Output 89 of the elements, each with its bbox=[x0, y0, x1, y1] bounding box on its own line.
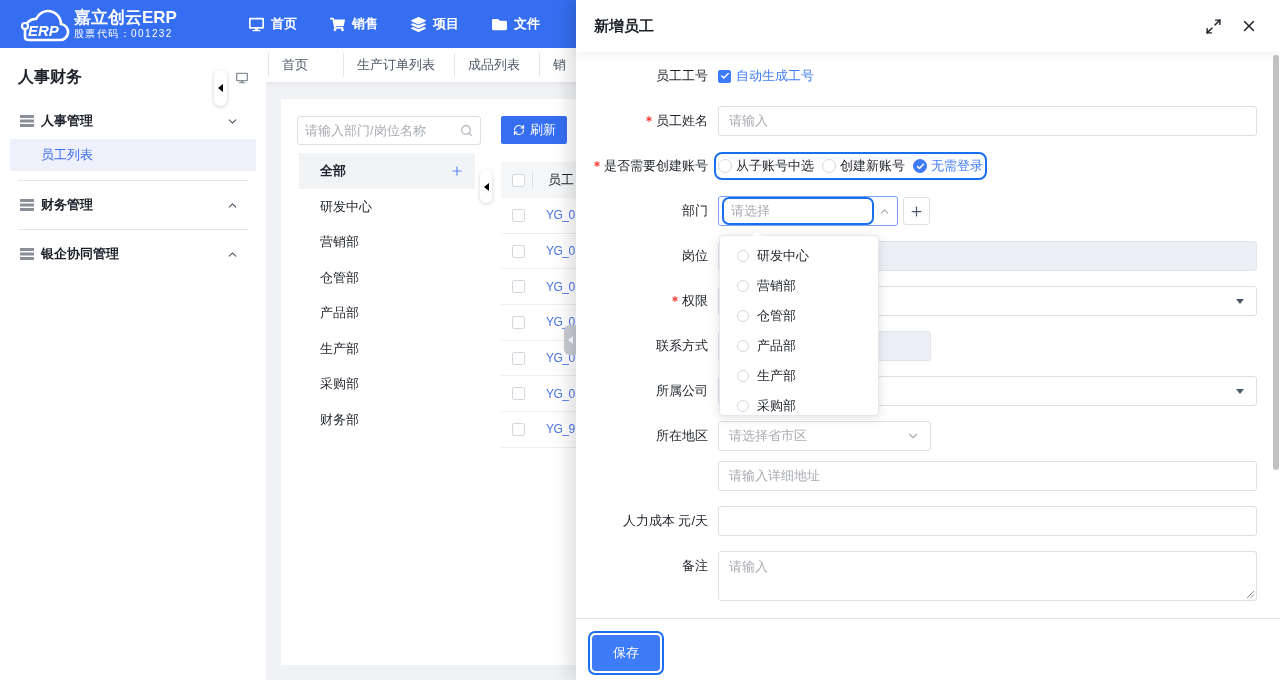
radio-label[interactable]: 从子账号中选 bbox=[736, 156, 814, 176]
dropdown-option[interactable]: 研发中心 bbox=[720, 241, 878, 271]
page-tab[interactable]: 成品列表 bbox=[455, 53, 540, 77]
logo-mark: ERP bbox=[28, 23, 59, 38]
radio-label[interactable]: 创建新账号 bbox=[840, 156, 905, 176]
scrollbar[interactable] bbox=[1273, 55, 1279, 470]
checkbox-label[interactable]: 自动生成工号 bbox=[736, 66, 814, 86]
refresh-icon bbox=[512, 124, 525, 136]
row-checkbox[interactable] bbox=[512, 280, 525, 294]
check-icon bbox=[915, 161, 925, 171]
department-item[interactable]: 生产部 bbox=[299, 330, 475, 366]
department-item[interactable]: 仓管部 bbox=[299, 259, 475, 295]
nav-item[interactable]: 首页 bbox=[248, 14, 330, 34]
plus-icon[interactable] bbox=[450, 163, 464, 178]
resize-handle-icon bbox=[1247, 591, 1254, 598]
department-item[interactable]: 研发中心 bbox=[299, 188, 475, 224]
employee-id-link[interactable]: YG_0 bbox=[546, 384, 575, 403]
expand-icon[interactable] bbox=[1205, 17, 1222, 35]
sidebar-title: 人事财务 bbox=[18, 67, 83, 87]
employee-id-link[interactable]: YG_9 bbox=[546, 420, 575, 439]
stock-code: 股票代码：001232 bbox=[74, 28, 174, 40]
checkbox[interactable] bbox=[718, 69, 731, 83]
row-checkbox[interactable] bbox=[512, 387, 525, 401]
row-checkbox[interactable] bbox=[512, 422, 525, 436]
caret-left-icon bbox=[567, 336, 573, 344]
field-label: 权限 bbox=[682, 292, 708, 311]
header-checkbox[interactable] bbox=[512, 173, 525, 187]
dropdown-option[interactable]: 产品部 bbox=[720, 331, 878, 361]
nav-item[interactable]: 项目 bbox=[410, 14, 492, 34]
department-item[interactable]: 营销部 bbox=[299, 224, 475, 260]
employee-id-link[interactable]: YG_0 bbox=[546, 242, 575, 261]
field-label: 备注 bbox=[682, 557, 708, 576]
collapse-handle[interactable] bbox=[214, 70, 227, 106]
field-label: 岗位 bbox=[682, 247, 708, 266]
save-button[interactable]: 保存 bbox=[588, 631, 664, 675]
drawer-title: 新增员工 bbox=[594, 15, 655, 36]
dropdown-option[interactable]: 营销部 bbox=[720, 271, 878, 301]
department-item[interactable]: 财务部 bbox=[299, 401, 475, 437]
dropdown-option[interactable]: 仓管部 bbox=[720, 301, 878, 331]
folder-icon bbox=[491, 16, 507, 32]
text-input[interactable] bbox=[718, 506, 1257, 536]
caret-down-icon bbox=[1236, 388, 1244, 394]
employee-id-link[interactable]: YG_0 bbox=[546, 206, 575, 225]
caret-left-icon bbox=[218, 84, 223, 92]
nav-item[interactable]: 文件 bbox=[491, 14, 573, 34]
plus-icon bbox=[909, 203, 924, 219]
column-header: 员工 bbox=[548, 171, 574, 190]
stacked-bars-icon bbox=[20, 248, 34, 260]
field-label: 部门 bbox=[682, 202, 708, 221]
department-item[interactable]: 采购部 bbox=[299, 366, 475, 402]
dropdown-option[interactable]: 采购部 bbox=[720, 391, 878, 415]
row-checkbox[interactable] bbox=[512, 208, 525, 222]
monitor-icon bbox=[248, 16, 264, 32]
cart-icon bbox=[329, 16, 345, 32]
field-label: 联系方式 bbox=[656, 337, 708, 356]
department-item[interactable]: 产品部 bbox=[299, 295, 475, 331]
field-label: 所在地区 bbox=[656, 427, 708, 446]
radio-label[interactable]: 无需登录 bbox=[931, 156, 983, 176]
monitor-icon[interactable] bbox=[236, 72, 248, 84]
caret-left-icon bbox=[483, 182, 489, 191]
dropdown-option[interactable]: 生产部 bbox=[720, 361, 878, 391]
caret-down-icon bbox=[1236, 298, 1244, 304]
field-label: 员工姓名 bbox=[656, 112, 708, 131]
field-label: 员工工号 bbox=[656, 67, 708, 86]
field-label: 所属公司 bbox=[656, 382, 708, 401]
page-tab[interactable]: 首页 bbox=[268, 53, 344, 77]
row-checkbox[interactable] bbox=[512, 315, 525, 329]
nav-item[interactable]: 销售 bbox=[329, 14, 411, 34]
logo-title: 嘉立创云ERP bbox=[74, 8, 177, 28]
collapse-handle[interactable] bbox=[480, 170, 492, 203]
radio-button[interactable] bbox=[913, 159, 927, 173]
row-checkbox[interactable] bbox=[512, 244, 525, 258]
menu-group[interactable]: 人事管理 bbox=[10, 106, 256, 136]
search-icon bbox=[460, 124, 473, 137]
page-tab[interactable]: 生产订单列表 bbox=[344, 53, 455, 77]
department-item[interactable]: 全部 bbox=[299, 153, 475, 189]
add-button[interactable] bbox=[903, 197, 930, 225]
employee-id-link[interactable]: YG_0 bbox=[546, 277, 575, 296]
layers-icon bbox=[410, 16, 426, 32]
menu-group[interactable]: 银企协同管理 bbox=[10, 239, 256, 269]
check-icon bbox=[719, 71, 730, 81]
menu-item[interactable]: 员工列表 bbox=[10, 139, 256, 171]
row-checkbox[interactable] bbox=[512, 351, 525, 365]
stacked-bars-icon bbox=[20, 115, 34, 127]
field-label: 是否需要创建账号 bbox=[604, 157, 708, 176]
refresh-button[interactable]: 刷新 bbox=[501, 116, 567, 144]
stacked-bars-icon bbox=[20, 199, 34, 211]
menu-group[interactable]: 财务管理 bbox=[10, 190, 256, 220]
field-label: 人力成本 元/天 bbox=[622, 512, 708, 531]
